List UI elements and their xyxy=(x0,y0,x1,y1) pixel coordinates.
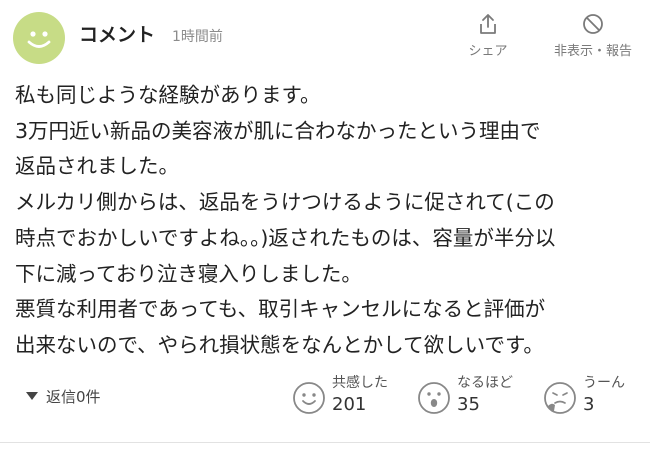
replies-toggle[interactable]: 返信0件 xyxy=(26,386,101,407)
reaction-count: 3 xyxy=(583,394,595,415)
comment-body: 私も同じような経験があります。 3万円近い新品の美容液が肌に合わなかったという理… xyxy=(15,78,640,364)
comment-line: 時点でおかしいですよね。。)返されたものは、容量が半分以 xyxy=(15,225,556,250)
reaction-count: 35 xyxy=(457,394,480,415)
prohibited-icon xyxy=(583,14,603,34)
surprised-face-icon xyxy=(418,382,450,414)
comment-line: 私も同じような経験があります。 xyxy=(15,83,321,107)
comment-line: 悪質な利用者であっても、取引キャンセルになると評価が xyxy=(15,297,546,322)
reaction-label: 共感した xyxy=(332,375,388,391)
reaction-count: 201 xyxy=(332,394,367,415)
comment-line: メルカリ側からは、返品をうけつけるように促されて(この xyxy=(15,190,555,215)
share-label: シェア xyxy=(468,44,508,59)
author-name: コメント xyxy=(79,24,156,46)
comment-line: 下に減っており泣き寝入りしました。 xyxy=(15,261,362,286)
hide-report-label: 非表示・報告 xyxy=(553,44,632,59)
caret-down-icon xyxy=(26,392,38,400)
comment-line: 3万円近い新品の美容液が肌に合わなかったという理由で xyxy=(15,118,541,143)
replies-label: 返信 xyxy=(46,388,77,406)
comment-line: 出来ないので、やられ損状態をなんとかして欲しいです。 xyxy=(15,332,544,357)
comment-footer: 返信0件 共感した 201 なるほど 35 うーん 3 xyxy=(0,366,650,426)
comment-header: コメント 1時間前 シェア 非表示・報告 xyxy=(0,0,650,74)
comment-card: コメント 1時間前 シェア 非表示・報告 私も同じような経験があります。 3万円… xyxy=(0,0,650,454)
share-icon xyxy=(480,14,496,34)
comment-line: 返品されました。 xyxy=(15,154,179,179)
pondering-face-icon xyxy=(544,382,576,414)
replies-count: 0件 xyxy=(76,388,101,406)
reaction-label: なるほど xyxy=(457,375,513,391)
smile-face-icon xyxy=(293,382,325,414)
reaction-label: うーん xyxy=(583,375,625,391)
smiley-face-icon xyxy=(27,31,51,48)
hide-report-button[interactable]: 非表示・報告 xyxy=(538,12,648,59)
divider xyxy=(0,442,650,443)
avatar xyxy=(13,12,65,64)
comment-timestamp: 1時間前 xyxy=(172,29,223,45)
share-button[interactable]: シェア xyxy=(458,12,518,59)
